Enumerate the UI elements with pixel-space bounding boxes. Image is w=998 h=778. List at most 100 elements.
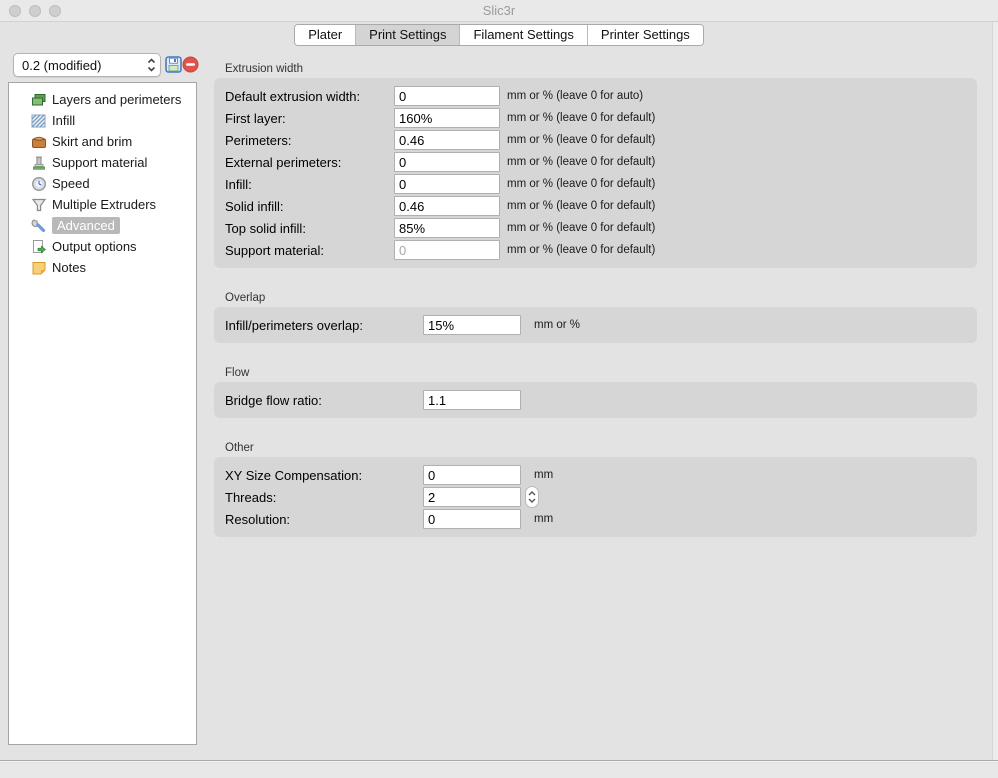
sidebar-item-support-material[interactable]: Support material xyxy=(9,152,196,173)
overlap-panel: Infill/perimeters overlap: mm or % xyxy=(214,307,977,343)
section-title-other: Other xyxy=(225,441,977,455)
clock-icon xyxy=(31,176,47,192)
setting-row: External perimeters: mm or % (leave 0 fo… xyxy=(225,151,977,173)
field-label: Support material: xyxy=(225,243,394,258)
infill-perimeters-overlap-input[interactable] xyxy=(423,315,521,335)
support-material-extrusion-input[interactable] xyxy=(394,240,500,260)
sidebar-item-infill[interactable]: Infill xyxy=(9,110,196,131)
tab-printer-settings[interactable]: Printer Settings xyxy=(588,25,703,45)
preset-dropdown[interactable]: 0.2 (modified) xyxy=(13,53,161,77)
setting-row: Solid infill: mm or % (leave 0 for defau… xyxy=(225,195,977,217)
field-label: Solid infill: xyxy=(225,199,394,214)
sidebar-item-label: Multiple Extruders xyxy=(52,196,156,213)
unit-label: mm or % (leave 0 for default) xyxy=(507,200,655,212)
field-label: Threads: xyxy=(225,490,423,505)
save-preset-button[interactable] xyxy=(165,56,182,73)
setting-row: Threads: xyxy=(225,486,977,508)
print-settings-advanced-page: Extrusion width Default extrusion width:… xyxy=(214,55,977,537)
funnel-icon xyxy=(31,197,47,213)
sidebar-item-multiple-extruders[interactable]: Multiple Extruders xyxy=(9,194,196,215)
setting-row: Infill: mm or % (leave 0 for default) xyxy=(225,173,977,195)
tab-filament-settings[interactable]: Filament Settings xyxy=(460,25,587,45)
unit-label: mm or % (leave 0 for auto) xyxy=(507,90,643,102)
red-minus-icon xyxy=(182,56,199,73)
layers-icon xyxy=(31,92,47,108)
field-label: Perimeters: xyxy=(225,133,394,148)
field-label: Resolution: xyxy=(225,512,423,527)
tab-plater[interactable]: Plater xyxy=(295,25,356,45)
statusbar-divider xyxy=(0,760,998,762)
top-solid-infill-extrusion-input[interactable] xyxy=(394,218,500,238)
unit-label: mm xyxy=(534,469,553,481)
infill-extrusion-input[interactable] xyxy=(394,174,500,194)
sidebar-item-skirt-and-brim[interactable]: Skirt and brim xyxy=(9,131,196,152)
sidebar-item-label: Advanced xyxy=(52,217,120,234)
default-extrusion-width-input[interactable] xyxy=(394,86,500,106)
unit-label: mm or % (leave 0 for default) xyxy=(507,134,655,146)
support-structure-icon xyxy=(31,155,47,171)
sidebar-item-label: Notes xyxy=(52,259,86,276)
tab-print-settings[interactable]: Print Settings xyxy=(356,25,460,45)
section-title-overlap: Overlap xyxy=(225,291,977,305)
unit-label: mm or % (leave 0 for default) xyxy=(507,112,655,124)
setting-row: Perimeters: mm or % (leave 0 for default… xyxy=(225,129,977,151)
sidebar-item-label: Layers and perimeters xyxy=(52,91,181,108)
sidebar-item-notes[interactable]: Notes xyxy=(9,257,196,278)
slic3r-window: Slic3r Plater Print Settings Filament Se… xyxy=(0,0,998,778)
field-label: External perimeters: xyxy=(225,155,394,170)
floppy-disk-icon xyxy=(165,56,182,73)
page-export-icon xyxy=(31,239,47,255)
resolution-input[interactable] xyxy=(423,509,521,529)
sidebar-item-layers-and-perimeters[interactable]: Layers and perimeters xyxy=(9,89,196,110)
sidebar-item-label: Infill xyxy=(52,112,75,129)
settings-tree: Layers and perimeters Infill Skirt and b… xyxy=(8,82,197,745)
threads-stepper[interactable] xyxy=(525,486,539,508)
unit-label: mm or % (leave 0 for default) xyxy=(507,222,655,234)
titlebar: Slic3r xyxy=(0,0,998,22)
infill-hatch-icon xyxy=(31,113,47,129)
sidebar-item-advanced[interactable]: Advanced xyxy=(9,215,196,236)
note-icon xyxy=(31,260,47,276)
section-title-extrusion-width: Extrusion width xyxy=(225,62,977,76)
setting-row: Bridge flow ratio: xyxy=(225,389,977,411)
setting-row: Top solid infill: mm or % (leave 0 for d… xyxy=(225,217,977,239)
field-label: Infill/perimeters overlap: xyxy=(225,318,423,333)
unit-label: mm or % (leave 0 for default) xyxy=(507,156,655,168)
unit-label: mm or % (leave 0 for default) xyxy=(507,178,655,190)
sidebar-item-label: Skirt and brim xyxy=(52,133,132,150)
field-label: Top solid infill: xyxy=(225,221,394,236)
section-title-flow: Flow xyxy=(225,366,977,380)
sidebar-item-output-options[interactable]: Output options xyxy=(9,236,196,257)
xy-size-compensation-input[interactable] xyxy=(423,465,521,485)
field-label: Default extrusion width: xyxy=(225,89,394,104)
chevron-down-icon xyxy=(528,498,536,503)
box-icon xyxy=(31,134,47,150)
setting-row: XY Size Compensation: mm xyxy=(225,464,977,486)
extrusion-width-panel: Default extrusion width: mm or % (leave … xyxy=(214,78,977,268)
tab-bar: Plater Print Settings Filament Settings … xyxy=(0,24,998,46)
sidebar-item-speed[interactable]: Speed xyxy=(9,173,196,194)
wrench-icon xyxy=(31,218,47,234)
unit-label: mm or % xyxy=(534,319,580,331)
sidebar-item-label: Support material xyxy=(52,154,147,171)
setting-row: Support material: mm or % (leave 0 for d… xyxy=(225,239,977,261)
solid-infill-extrusion-input[interactable] xyxy=(394,196,500,216)
setting-row: Infill/perimeters overlap: mm or % xyxy=(225,314,977,336)
preset-value: 0.2 (modified) xyxy=(22,58,147,73)
chevron-up-icon xyxy=(528,491,536,496)
external-perimeters-extrusion-input[interactable] xyxy=(394,152,500,172)
delete-preset-button[interactable] xyxy=(182,56,199,73)
status-bar xyxy=(0,763,998,778)
threads-input[interactable] xyxy=(423,487,521,507)
sidebar-item-label: Speed xyxy=(52,175,90,192)
setting-row: Default extrusion width: mm or % (leave … xyxy=(225,85,977,107)
setting-row: First layer: mm or % (leave 0 for defaul… xyxy=(225,107,977,129)
bridge-flow-ratio-input[interactable] xyxy=(423,390,521,410)
field-label: First layer: xyxy=(225,111,394,126)
window-title: Slic3r xyxy=(0,3,998,18)
first-layer-extrusion-input[interactable] xyxy=(394,108,500,128)
unit-label: mm or % (leave 0 for default) xyxy=(507,244,655,256)
perimeters-extrusion-input[interactable] xyxy=(394,130,500,150)
other-panel: XY Size Compensation: mm Threads: Resolu… xyxy=(214,457,977,537)
field-label: Bridge flow ratio: xyxy=(225,393,423,408)
